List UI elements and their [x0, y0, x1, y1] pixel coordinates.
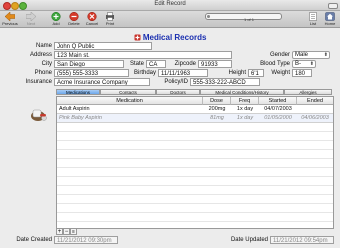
- name-field[interactable]: John Q Public: [54, 42, 152, 50]
- freq-cell[interactable]: 1x day: [231, 114, 259, 123]
- phone-field[interactable]: (555) 555-3333: [54, 69, 129, 77]
- medical-kit-icon: [134, 34, 141, 41]
- city-field[interactable]: San Diego: [54, 60, 124, 68]
- cancel-icon: [87, 12, 97, 21]
- row-options-button[interactable]: ≡: [70, 228, 77, 235]
- chevron-down-icon: ⬍: [309, 61, 314, 67]
- print-button[interactable]: Print: [101, 11, 119, 26]
- state-field[interactable]: CA: [146, 60, 166, 68]
- name-label: Name: [35, 43, 52, 49]
- address-label: Address: [29, 52, 52, 58]
- tab-medications[interactable]: Medications: [56, 89, 100, 95]
- tab-allergies[interactable]: Allergies: [284, 89, 332, 95]
- record-counter: 1 of 1: [244, 17, 255, 22]
- minus-icon: [69, 12, 79, 21]
- date-created-label: Date Created: [16, 237, 52, 243]
- zipcode-label: Zipcode: [174, 61, 196, 67]
- home-button[interactable]: Home: [321, 11, 339, 26]
- delete-button[interactable]: Delete: [65, 11, 83, 26]
- phone-label: Phone: [34, 70, 52, 76]
- medication-cell[interactable]: Pink Baby Aspirin: [57, 114, 203, 123]
- weight-field[interactable]: 180: [292, 69, 312, 77]
- ended-cell[interactable]: [297, 105, 333, 114]
- gender-label: Gender: [269, 52, 290, 58]
- add-row-button[interactable]: +: [56, 228, 63, 235]
- medications-table: Medication Dose Freq Started Ended Adult…: [56, 96, 334, 229]
- pills-icon: [31, 109, 47, 121]
- address-field[interactable]: 123 Main st.: [54, 51, 232, 59]
- state-label: State: [129, 61, 144, 67]
- insurance-label: Insurance: [25, 79, 52, 85]
- blood-type-select[interactable]: B- ⬍: [292, 60, 316, 68]
- minus-icon: −: [64, 229, 69, 235]
- list-button[interactable]: List: [304, 11, 322, 26]
- left-arrow-icon: [5, 12, 15, 21]
- printer-icon: [106, 12, 114, 21]
- table-controls: + − ≡: [56, 228, 86, 235]
- ended-cell[interactable]: 04/06/2003: [297, 114, 333, 123]
- height-label: Height: [228, 70, 246, 76]
- weight-label: Weight: [271, 70, 290, 76]
- dose-cell[interactable]: 200mg: [203, 105, 231, 114]
- column-header-medication[interactable]: Medication: [57, 97, 203, 105]
- page-title: Medical Records: [0, 33, 340, 42]
- zipcode-field[interactable]: 91933: [198, 60, 232, 68]
- table-row[interactable]: Pink Baby Aspirin 81mg 1x day 01/05/2000…: [57, 114, 333, 123]
- window-title: Edit Record: [154, 1, 186, 7]
- date-updated-field: 11/21/2012 09:54pm: [270, 236, 334, 244]
- birthday-field[interactable]: 11/11/1963: [158, 69, 208, 77]
- menu-icon: ≡: [72, 229, 75, 235]
- birthday-label: Birthday: [133, 70, 156, 76]
- column-header-dose[interactable]: Dose: [203, 97, 231, 105]
- started-cell[interactable]: 01/05/2000: [259, 114, 297, 123]
- gender-select[interactable]: Male ⬍: [292, 51, 330, 59]
- date-updated-label: Date Updated: [230, 237, 268, 243]
- column-header-ended[interactable]: Ended: [297, 97, 333, 105]
- table-empty-rows: [57, 123, 333, 227]
- table-row[interactable]: Adult Aspirin 200mg 1x day 04/07/2003: [57, 105, 333, 114]
- column-header-freq[interactable]: Freq: [231, 97, 259, 105]
- plus-icon: [51, 12, 61, 21]
- policy-id-label: Policy/ID: [164, 79, 188, 85]
- add-button[interactable]: Add: [47, 11, 65, 26]
- blood-type-label: Blood Type: [260, 61, 290, 67]
- previous-button[interactable]: Previous: [1, 11, 19, 26]
- policy-id-field[interactable]: 555-333-222-ABCD: [190, 78, 260, 86]
- city-label: City: [41, 61, 52, 67]
- slider-thumb[interactable]: [207, 14, 210, 18]
- title-bar: Edit Record: [0, 0, 340, 11]
- list-icon: [309, 12, 317, 21]
- home-icon: [325, 12, 335, 21]
- chevron-down-icon: ⬍: [323, 52, 328, 58]
- started-cell[interactable]: 04/07/2003: [259, 105, 297, 114]
- plus-icon: +: [57, 229, 62, 235]
- cancel-button[interactable]: Cancel: [83, 11, 101, 26]
- right-arrow-icon: [26, 12, 36, 21]
- column-header-started[interactable]: Started: [259, 97, 297, 105]
- tab-medical-conditions[interactable]: Medical Conditions/History: [200, 89, 284, 95]
- medication-cell[interactable]: Adult Aspirin: [57, 105, 203, 114]
- toolbar: Previous Next Add Delete Cancel Print 1 …: [0, 11, 340, 28]
- dose-cell[interactable]: 81mg: [203, 114, 231, 123]
- delete-row-button[interactable]: −: [63, 228, 70, 235]
- tab-contacts[interactable]: Contacts: [100, 89, 156, 95]
- insurance-field[interactable]: Acme Insurance Company: [54, 78, 150, 86]
- tab-doctors[interactable]: Doctors: [156, 89, 200, 95]
- next-button[interactable]: Next: [22, 11, 40, 26]
- toolbar-toggle-button[interactable]: [328, 3, 338, 9]
- freq-cell[interactable]: 1x day: [231, 105, 259, 114]
- date-created-field: 11/21/2012 09:30pm: [54, 236, 118, 244]
